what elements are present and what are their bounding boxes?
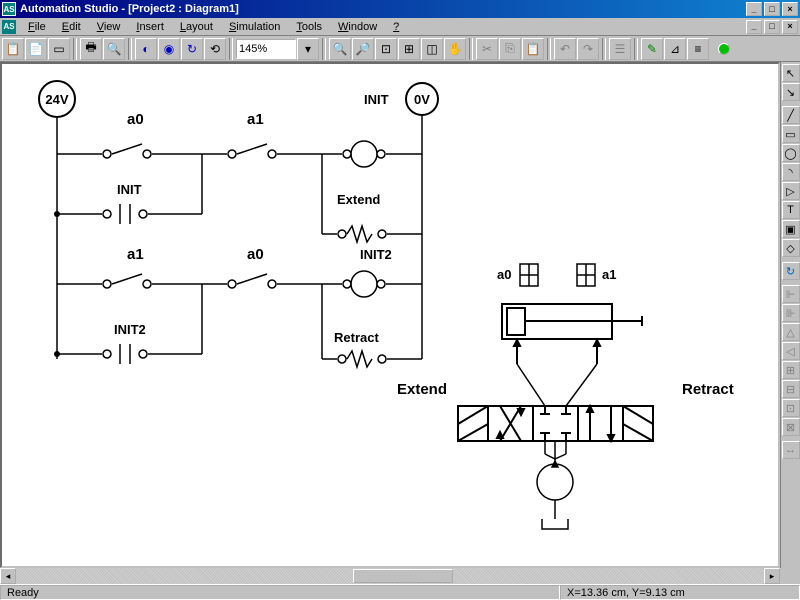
node-0v: 0V (414, 92, 430, 107)
tool-flip-icon[interactable]: ↔ (782, 441, 800, 459)
tool-align8-icon[interactable]: ⊠ (782, 418, 800, 436)
tool-align1-icon[interactable]: ⊩ (782, 285, 800, 303)
tool-sim1-icon[interactable]: ◐ (135, 38, 157, 60)
tool-zoomsel-icon[interactable]: ⊞ (398, 38, 420, 60)
label-a1-2: a1 (127, 246, 144, 263)
tool-open-icon[interactable]: ▭ (48, 38, 70, 60)
close-button[interactable]: × (782, 2, 798, 16)
scroll-thumb[interactable] (353, 569, 453, 583)
label-a0-1: a0 (127, 111, 144, 128)
tool-sim4-icon[interactable]: ⟲ (204, 38, 226, 60)
tool-preview-icon[interactable]: 🔍 (103, 38, 125, 60)
label-a1-1: a1 (247, 111, 264, 128)
menu-file[interactable]: File (20, 19, 54, 35)
tool-line-icon[interactable]: ≡ (687, 38, 709, 60)
tool-copy-icon[interactable]: 📋 (2, 38, 24, 60)
node-24v: 24V (45, 92, 68, 107)
tool-redo-icon[interactable]: ↷ (577, 38, 599, 60)
label-init2: INIT2 (360, 247, 392, 262)
window-controls: _ □ × (746, 2, 798, 16)
tool-paste-icon[interactable]: 📄 (25, 38, 47, 60)
tool-pencil-icon[interactable]: ✎ (641, 38, 663, 60)
tool-align4-icon[interactable]: ◁ (782, 342, 800, 360)
tool-paste2-icon[interactable]: 📋 (522, 38, 544, 60)
tool-zoomfit-icon[interactable]: ⊡ (375, 38, 397, 60)
menu-tools[interactable]: Tools (288, 19, 330, 35)
tool-rect-icon[interactable]: ▭ (782, 125, 800, 143)
doc-minimize-button[interactable]: _ (746, 20, 762, 34)
tool-zoom1-icon[interactable]: ◫ (421, 38, 443, 60)
tool-print-icon[interactable]: 🖶 (80, 38, 102, 60)
label-retract: Retract (334, 330, 379, 345)
menu-window[interactable]: Window (330, 19, 385, 35)
tool-zoomin-icon[interactable]: 🔍 (329, 38, 351, 60)
cyl-a0: a0 (497, 267, 511, 282)
scroll-right-icon[interactable]: ▸ (764, 568, 780, 584)
menu-insert[interactable]: Insert (128, 19, 172, 35)
toolbar: 📋 📄 ▭ 🖶 🔍 ◐ ◉ ↻ ⟲ ▾ 🔍 🔎 ⊡ ⊞ ◫ ✋ ✂ ⎘ 📋 ↶ … (0, 36, 800, 62)
tool-sim3-icon[interactable]: ↻ (181, 38, 203, 60)
tool-poly-icon[interactable]: ▷ (782, 182, 800, 200)
tool-align7-icon[interactable]: ⊡ (782, 399, 800, 417)
app-icon: AS (2, 2, 16, 16)
canvas[interactable]: 24V 0V a0 a1 INIT INIT Extend (0, 62, 780, 568)
tool-undo-icon[interactable]: ↶ (554, 38, 576, 60)
status-coords: X=13.36 cm, Y=9.13 cm (560, 585, 800, 600)
horizontal-scrollbar[interactable]: ◂ ▸ (0, 568, 780, 584)
tool-align6-icon[interactable]: ⊟ (782, 380, 800, 398)
valve-retract: Retract (682, 381, 734, 398)
menu-edit[interactable]: Edit (54, 19, 89, 35)
status-ready: Ready (0, 585, 560, 600)
tool-ellipse-icon[interactable]: ◯ (782, 144, 800, 162)
label-a0-2: a0 (247, 246, 264, 263)
menubar: AS File Edit View Insert Layout Simulati… (0, 18, 800, 36)
cyl-a1: a1 (602, 267, 616, 282)
tool-link-icon[interactable]: ↘ (782, 83, 800, 101)
doc-window-controls: _ □ × (746, 20, 798, 34)
tool-refresh-icon[interactable]: ↻ (782, 262, 800, 280)
menu-layout[interactable]: Layout (172, 19, 221, 35)
menu-simulation[interactable]: Simulation (221, 19, 288, 35)
tool-zoom-dropdown-icon[interactable]: ▾ (297, 38, 319, 60)
zoom-input[interactable] (236, 39, 296, 59)
doc-close-button[interactable]: × (782, 20, 798, 34)
statusbar: Ready X=13.36 cm, Y=9.13 cm (0, 584, 800, 600)
valve-extend: Extend (397, 381, 447, 398)
label-init-contact: INIT (117, 182, 142, 197)
tool-pan-icon[interactable]: ✋ (444, 38, 466, 60)
tool-copy2-icon[interactable]: ⎘ (499, 38, 521, 60)
tool-field-icon[interactable]: ◇ (782, 239, 800, 257)
label-extend: Extend (337, 192, 380, 207)
tool-sim2-icon[interactable]: ◉ (158, 38, 180, 60)
side-toolbar: ↖ ↘ ╱ ▭ ◯ ◝ ▷ T ▣ ◇ ↻ ⊩ ⊪ △ ◁ ⊞ ⊟ ⊡ ⊠ ↔ (780, 62, 800, 568)
tool-align5-icon[interactable]: ⊞ (782, 361, 800, 379)
tool-run-icon[interactable] (710, 38, 732, 60)
tool-image-icon[interactable]: ▣ (782, 220, 800, 238)
scroll-left-icon[interactable]: ◂ (0, 568, 16, 584)
label-init2-contact: INIT2 (114, 322, 146, 337)
tool-align3-icon[interactable]: △ (782, 323, 800, 341)
doc-icon: AS (2, 20, 16, 34)
menu-help[interactable]: ? (385, 19, 407, 35)
maximize-button[interactable]: □ (764, 2, 780, 16)
titlebar: AS Automation Studio - [Project2 : Diagr… (0, 0, 800, 18)
tool-pointer-icon[interactable]: ↖ (782, 64, 800, 82)
tool-drawline-icon[interactable]: ╱ (782, 106, 800, 124)
tool-align2-icon[interactable]: ⊪ (782, 304, 800, 322)
tool-list-icon[interactable]: ☰ (609, 38, 631, 60)
menu-view[interactable]: View (89, 19, 129, 35)
tool-text-icon[interactable]: T (782, 201, 800, 219)
tool-arc-icon[interactable]: ◝ (782, 163, 800, 181)
tool-cut-icon[interactable]: ✂ (476, 38, 498, 60)
tool-brush-icon[interactable]: ⊿ (664, 38, 686, 60)
label-init: INIT (364, 92, 389, 107)
title-text: Automation Studio - [Project2 : Diagram1… (20, 3, 746, 15)
doc-maximize-button[interactable]: □ (764, 20, 780, 34)
scroll-track[interactable] (16, 568, 764, 584)
minimize-button[interactable]: _ (746, 2, 762, 16)
tool-zoomout-icon[interactable]: 🔎 (352, 38, 374, 60)
